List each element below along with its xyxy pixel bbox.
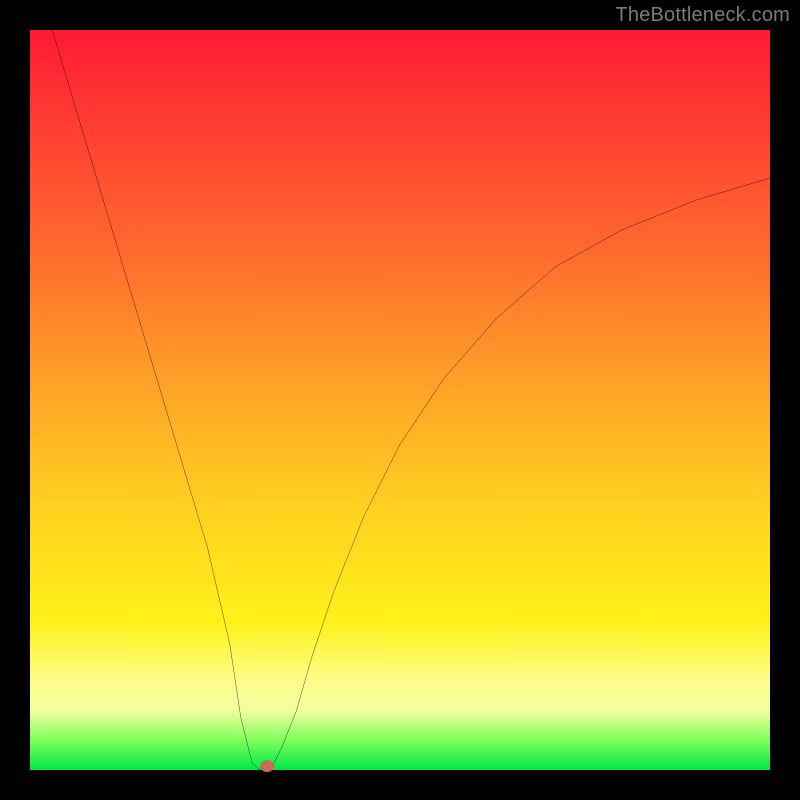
plot-area [30,30,770,770]
minimum-marker [260,760,274,772]
curve-path [52,30,770,770]
watermark-text: TheBottleneck.com [615,4,790,27]
bottleneck-curve [30,30,770,770]
chart-frame: TheBottleneck.com [0,0,800,800]
